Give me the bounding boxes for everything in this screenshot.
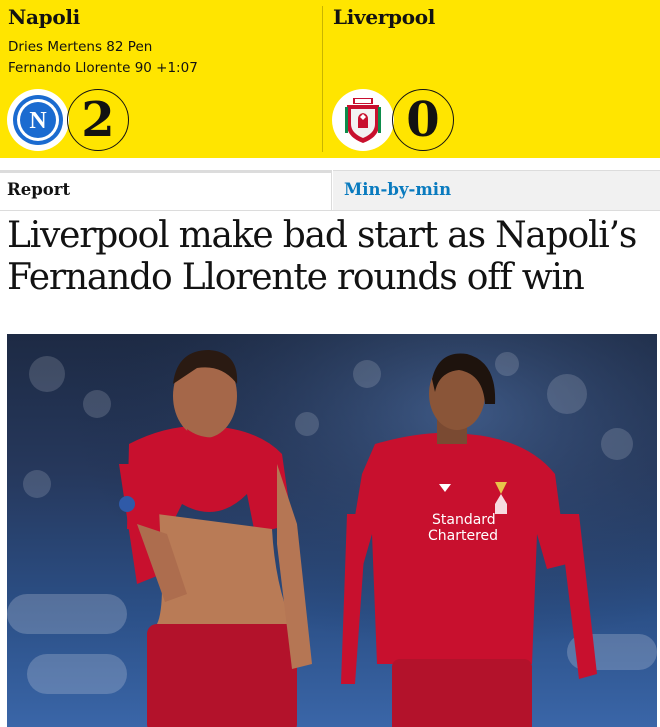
home-score: 2 — [67, 89, 129, 151]
away-team-panel: Liverpool 0 — [323, 0, 660, 158]
tabs-divider — [0, 210, 660, 211]
home-scorer: Dries Mertens 82 Pen — [8, 39, 153, 55]
tab-min-by-min[interactable]: Min-by-min — [333, 170, 660, 210]
napoli-crest-icon: N — [7, 89, 69, 151]
away-team-name[interactable]: Liverpool — [333, 5, 435, 29]
article-headline: Liverpool make bad start as Napoli’s Fer… — [7, 215, 637, 298]
sponsor-line-1: Standard — [432, 512, 496, 528]
home-scorers-list: Dries Mertens 82 Pen Fernando Llorente 9… — [8, 37, 198, 79]
napoli-crest-letter: N — [29, 108, 47, 134]
scoreboard: Napoli Dries Mertens 82 Pen Fernando Llo… — [0, 0, 660, 158]
article-photo[interactable]: Standard Chartered — [7, 334, 657, 727]
sponsor-line-2: Chartered — [428, 528, 498, 544]
home-scorer: Fernando Llorente 90 +1:07 — [8, 60, 198, 76]
home-team-panel: Napoli Dries Mertens 82 Pen Fernando Llo… — [0, 0, 322, 158]
players-photo-illustration: Standard Chartered — [7, 334, 657, 727]
liverpool-crest-icon — [332, 89, 394, 151]
away-score: 0 — [392, 89, 454, 151]
report-tabs: Report Min-by-min — [0, 170, 660, 210]
tab-report[interactable]: Report — [0, 170, 332, 210]
home-team-name[interactable]: Napoli — [8, 5, 80, 29]
